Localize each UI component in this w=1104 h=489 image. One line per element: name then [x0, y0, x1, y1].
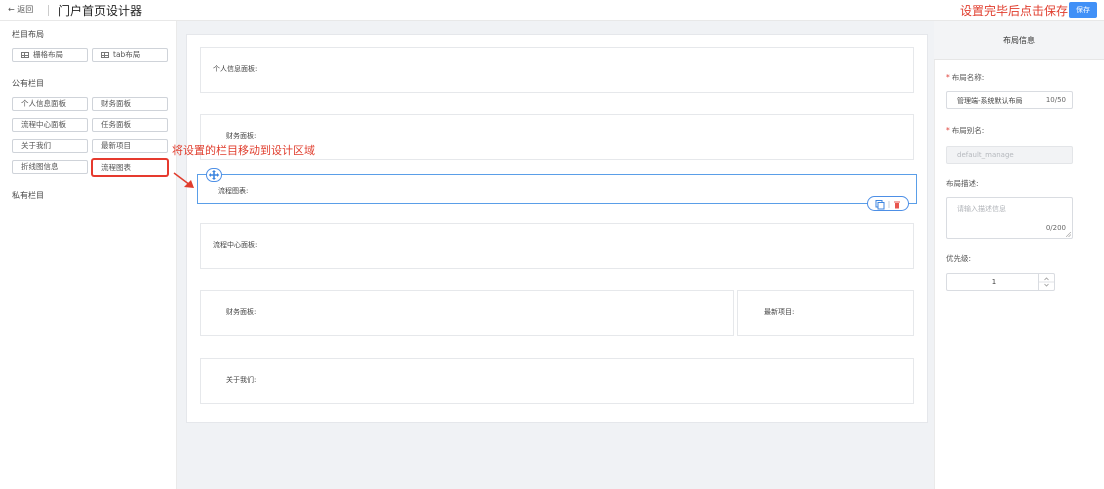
chip-process-center-panel[interactable]: 流程中心面板	[12, 118, 88, 132]
panel-label: 个人信息面板:	[213, 65, 258, 73]
panel-label: 流程中心面板:	[213, 241, 258, 249]
chevron-down-icon[interactable]	[1044, 283, 1049, 287]
move-arrows-icon	[208, 170, 220, 180]
input-value: default_manage	[957, 151, 1014, 159]
header-divider	[48, 5, 49, 16]
drag-arrow-icon	[173, 172, 194, 188]
private-section-title: 私有栏目	[12, 191, 44, 200]
panel-label: 关于我们:	[226, 376, 257, 384]
panel-action-group	[867, 196, 909, 211]
panel-personal-info[interactable]	[200, 47, 914, 93]
panel-about-us[interactable]	[200, 358, 914, 404]
layout-info-title: 布局信息	[1003, 36, 1035, 45]
layout-alias-input: default_manage	[946, 146, 1073, 164]
layout-description-label: 布局描述:	[946, 179, 979, 188]
chip-label: tab布局	[113, 50, 141, 59]
layout-name-label: * 布局名称:	[946, 72, 984, 83]
textarea-placeholder: 请输入描述信息	[957, 205, 1006, 213]
delete-icon[interactable]	[894, 201, 900, 209]
input-value: 管理端-系统默认布局	[957, 97, 1023, 105]
resize-handle-icon[interactable]	[1066, 232, 1071, 237]
panel-label: 财务面板:	[226, 132, 257, 140]
stepper-arrows	[1038, 274, 1054, 290]
tab-layout-icon	[101, 52, 109, 58]
priority-label: 优先级:	[946, 254, 972, 263]
move-icon[interactable]	[206, 168, 222, 182]
char-count: 0/200	[1045, 224, 1066, 232]
layout-name-input[interactable]: 管理端-系统默认布局 10/50	[946, 91, 1073, 109]
stepper-value: 1	[991, 278, 997, 286]
priority-stepper[interactable]: 1	[946, 273, 1055, 291]
panel-process-center[interactable]	[200, 223, 914, 269]
chevron-up-icon[interactable]	[1044, 277, 1049, 281]
save-button[interactable]: 保存	[1069, 2, 1097, 18]
chip-task-panel[interactable]: 任务面板	[92, 118, 168, 132]
panel-label: 流程图表:	[218, 187, 249, 195]
drag-hint-annotation: 将设置的栏目移动到设计区域	[172, 144, 315, 157]
chip-personal-info-panel[interactable]: 个人信息面板	[12, 97, 88, 111]
layout-alias-label: * 布局别名:	[946, 125, 984, 136]
top-header	[0, 0, 1104, 21]
save-hint-annotation: 设置完毕后点击保存	[960, 4, 1069, 18]
grid-layout-icon	[21, 52, 29, 58]
back-link[interactable]: ← 返回	[8, 4, 33, 15]
layout-section-title: 栏目布局	[12, 30, 44, 39]
chip-about-us[interactable]: 关于我们	[12, 139, 88, 153]
layout-description-textarea[interactable]: 请输入描述信息 0/200	[946, 197, 1073, 239]
label-text: 布局名称:	[951, 73, 985, 82]
required-mark: *	[946, 73, 950, 82]
chip-label: 栅格布局	[33, 50, 63, 59]
panel-label: 财务面板:	[226, 308, 257, 316]
chip-latest-projects[interactable]: 最新项目	[92, 139, 168, 153]
page-title: 门户首页设计器	[58, 4, 143, 18]
public-section-title: 公有栏目	[12, 79, 44, 88]
panel-label: 最新项目:	[764, 308, 795, 316]
chip-flow-chart[interactable]: 流程图表	[92, 159, 168, 176]
panel-flow-chart-selected[interactable]	[197, 174, 917, 204]
component-sidebar	[0, 21, 177, 489]
chip-line-chart-info[interactable]: 折线图信息	[12, 160, 88, 174]
copy-icon[interactable]	[875, 200, 885, 210]
required-mark: *	[946, 126, 950, 135]
char-count: 10/50	[1045, 96, 1066, 104]
chip-grid-layout[interactable]: 栅格布局	[12, 48, 88, 62]
chip-finance-panel[interactable]: 财务面板	[92, 97, 168, 111]
label-text: 布局别名:	[951, 126, 985, 135]
chip-tab-layout[interactable]: tab布局	[92, 48, 168, 62]
panel-finance-2[interactable]	[200, 290, 734, 336]
